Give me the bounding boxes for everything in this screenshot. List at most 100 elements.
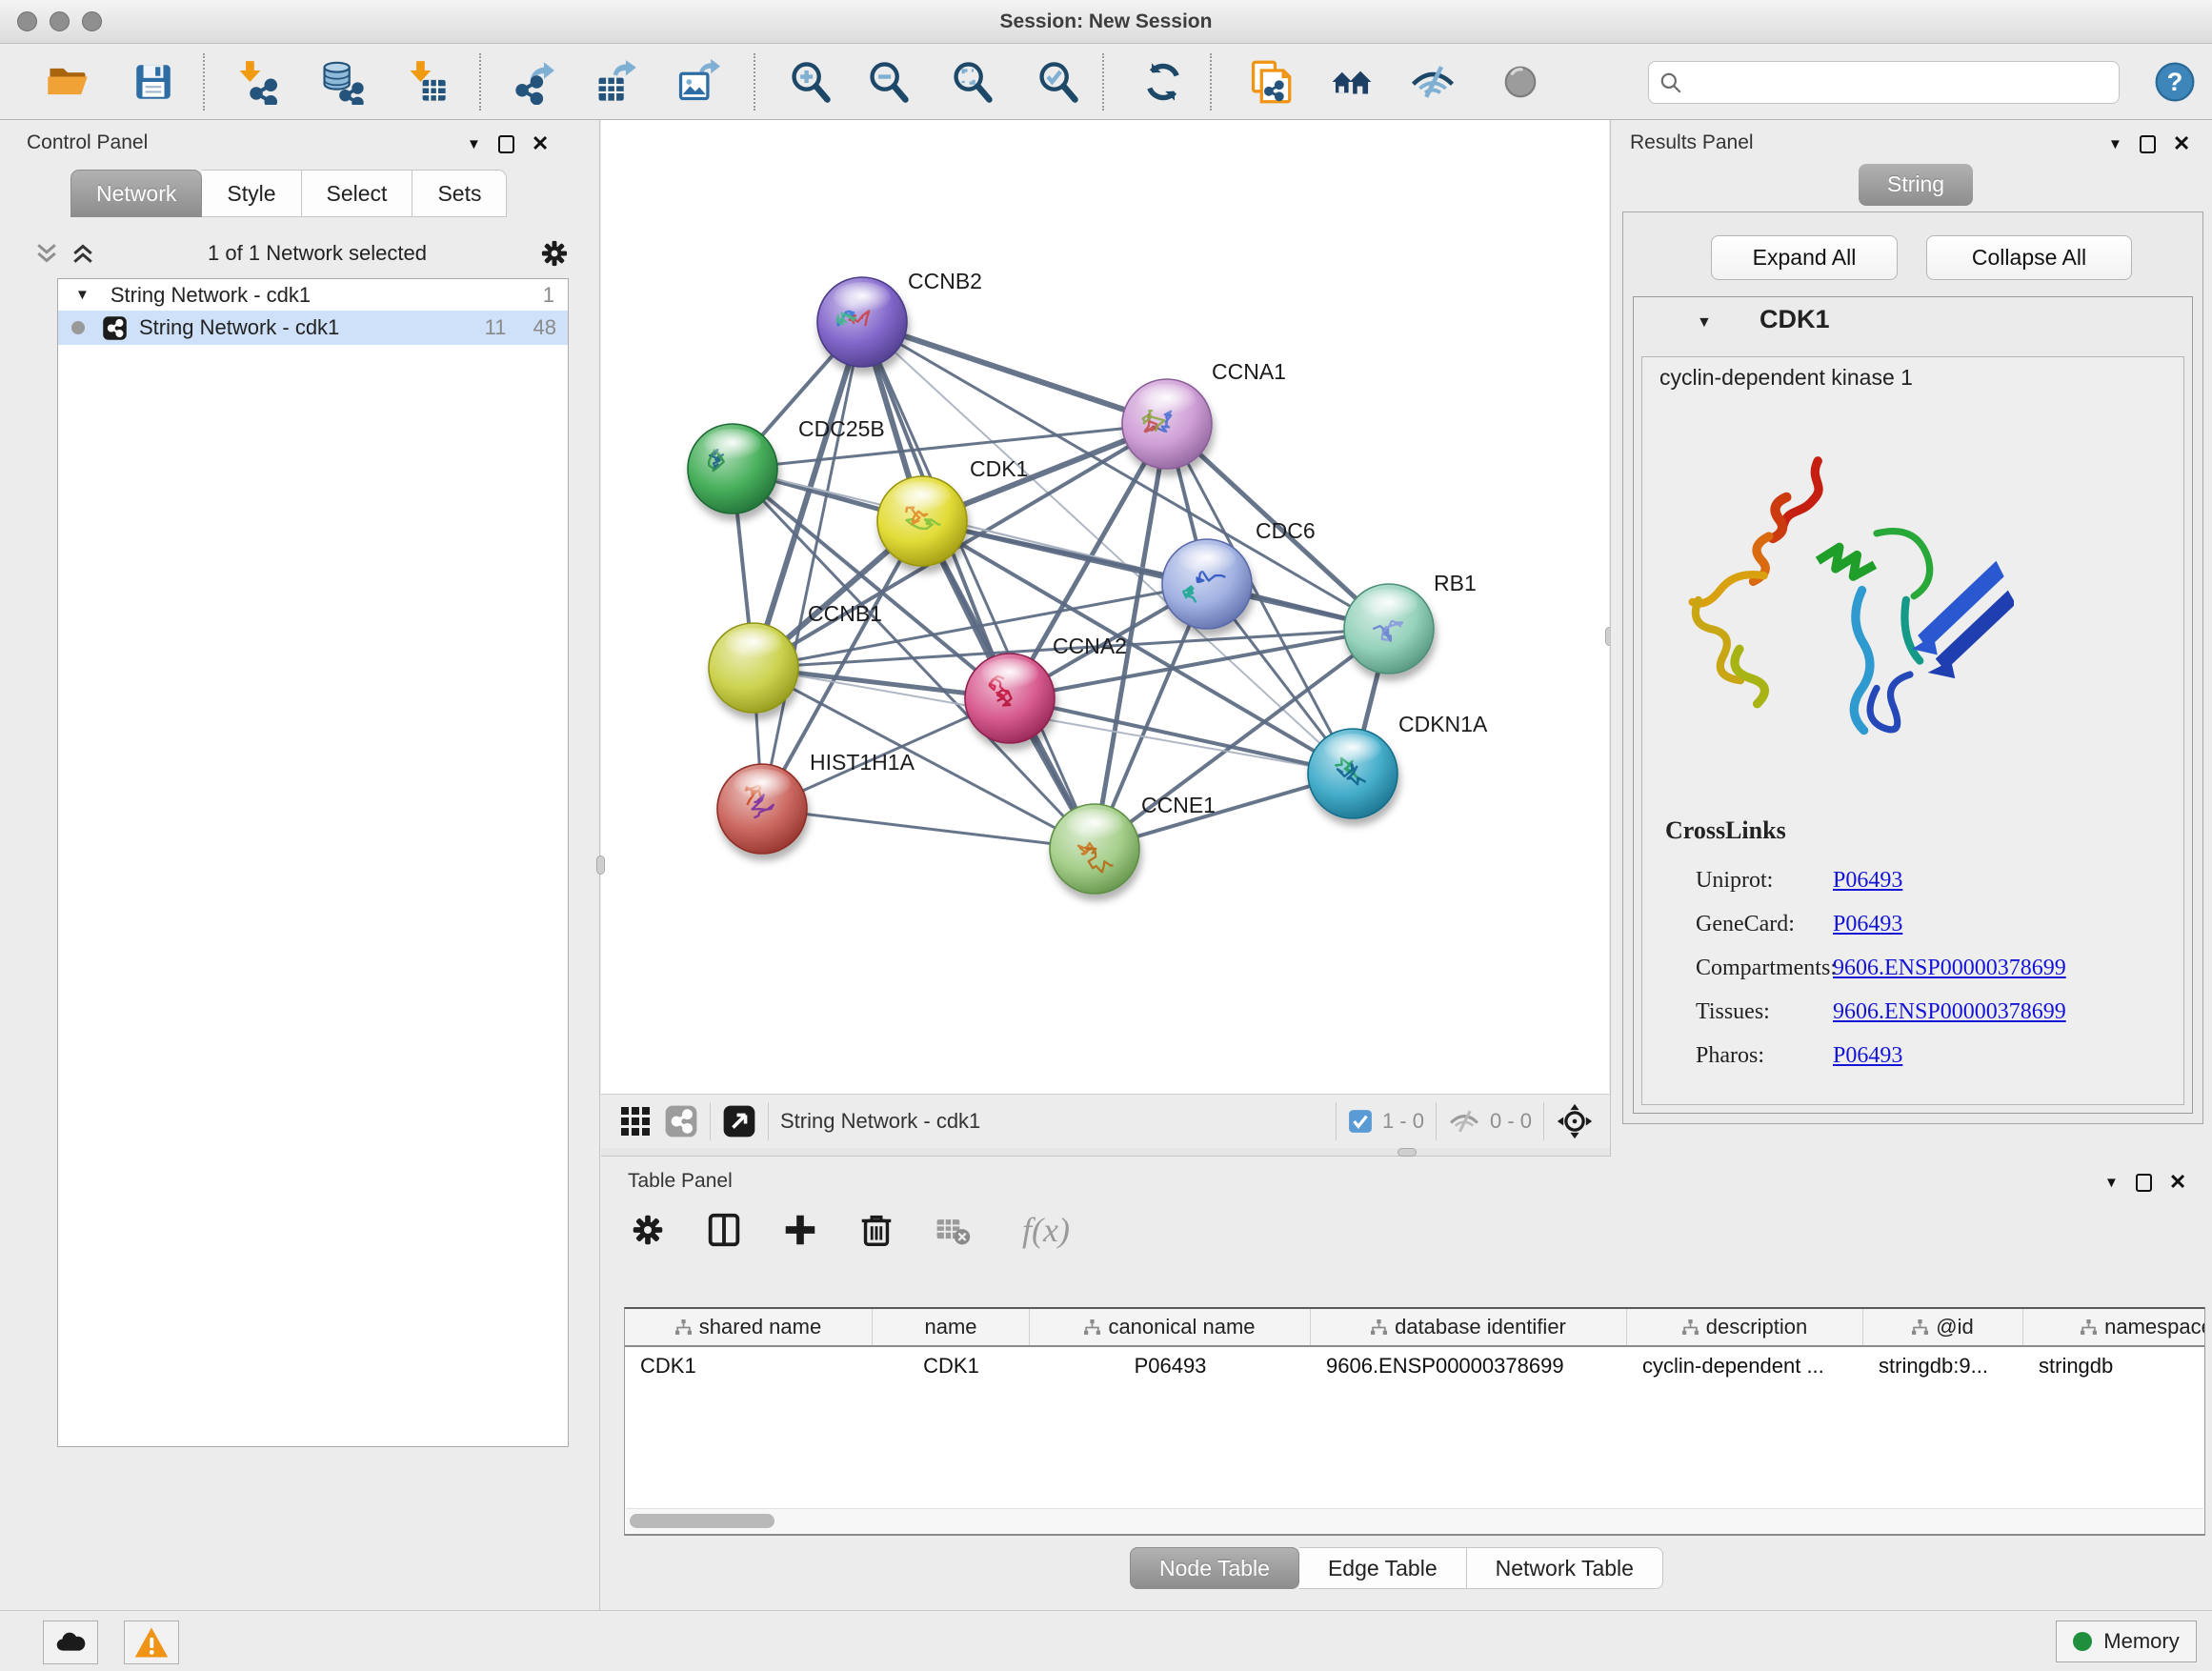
collapse-all-icon[interactable] [32,239,61,268]
crosslink-link[interactable]: 9606.ENSP00000378699 [1833,956,2066,981]
horizontal-splitter-handle[interactable] [1398,1148,1417,1157]
crosslink-link[interactable]: P06493 [1833,912,1902,937]
copy-documents-icon [1247,59,1293,105]
clone-network-button[interactable] [1246,57,1294,107]
expand-all-button[interactable]: Expand All [1711,235,1898,280]
table-row[interactable]: CDK1CDK1P064939606.ENSP00000378699cyclin… [625,1347,2204,1385]
panel-close-icon[interactable]: ✕ [2169,1172,2186,1193]
cloud-status-button[interactable] [43,1621,98,1664]
crosslink-link[interactable]: P06493 [1833,868,1902,894]
tab-network-table[interactable]: Network Table [1467,1547,1663,1589]
panel-close-icon[interactable]: ✕ [2173,133,2190,154]
column-header-description[interactable]: description [1627,1309,1863,1345]
tab-node-table[interactable]: Node Table [1130,1547,1299,1589]
network-node-HIST1H1A[interactable]: HIST1H1A [717,750,915,854]
column-header-shared-name[interactable]: shared name [625,1309,873,1345]
crosslink-link[interactable]: 9606.ENSP00000378699 [1833,999,2066,1025]
network-node-CDKN1A[interactable]: CDKN1A [1308,712,1488,818]
share-network-icon[interactable] [664,1104,698,1138]
panel-close-icon[interactable]: ✕ [532,133,549,154]
birds-eye-view-icon[interactable] [618,1104,653,1138]
column-header-@id[interactable]: @id [1863,1309,2023,1345]
table-cell[interactable]: cyclin-dependent ... [1627,1347,1863,1385]
table-cell[interactable]: CDK1 [873,1347,1030,1385]
network-graph[interactable]: CCNB2CCNA1CDC25BCDK1CDC6RB1CCNB1CCNA2CDK… [601,120,1609,1094]
table-cell[interactable]: P06493 [1030,1347,1311,1385]
crosslink-link[interactable]: P06493 [1833,1043,1902,1069]
tree-expander-icon[interactable]: ▼ [75,287,90,303]
node-highlight [1138,384,1196,414]
column-header-database-identifier[interactable]: database identifier [1311,1309,1627,1345]
refresh-view-button[interactable] [1139,57,1187,107]
selected-checkbox-icon[interactable] [1348,1109,1373,1134]
import-network-button[interactable] [232,57,280,107]
table-cell[interactable]: stringdb:9... [1863,1347,2023,1385]
tab-edge-table[interactable]: Edge Table [1299,1547,1467,1589]
network-node-CDK1[interactable]: CDK1 [877,456,1028,566]
export-image-button[interactable] [674,57,721,107]
network-canvas[interactable]: CCNB2CCNA1CDC25BCDK1CDC6RB1CCNB1CCNA2CDK… [601,120,1609,1094]
tab-network[interactable]: Network [70,170,202,217]
zoom-in-button[interactable] [787,57,835,107]
horizontal-scrollbar[interactable] [626,1508,2203,1533]
open-session-button[interactable] [44,57,91,107]
open-in-window-icon[interactable] [722,1104,756,1138]
hide-graphics-details-button[interactable] [1409,57,1457,107]
table-settings-button[interactable] [624,1206,672,1254]
table-cell[interactable]: CDK1 [625,1347,873,1385]
show-all-networks-button[interactable] [1328,57,1376,107]
scrollbar-thumb[interactable] [630,1514,774,1528]
panel-float-icon[interactable] [2140,135,2156,153]
function-builder-button[interactable]: f(x) [1005,1206,1087,1254]
panel-collapse-icon[interactable]: ▼ [2108,136,2122,152]
help-button[interactable]: ? [2151,57,2199,107]
warnings-button[interactable] [124,1621,179,1664]
fit-selected-crosshair-icon[interactable] [1556,1102,1594,1140]
section-expander-icon[interactable]: ▼ [1697,314,1712,332]
zoom-selected-button[interactable] [1035,57,1082,107]
vertical-splitter-handle[interactable] [596,856,605,875]
network-edge-CCNA2-CDKN1A[interactable] [1010,698,1353,774]
delete-column-button[interactable] [853,1206,900,1254]
search-field[interactable] [1648,61,2120,104]
column-header-name[interactable]: name [873,1309,1030,1345]
save-session-button[interactable] [130,57,177,107]
tab-style[interactable]: Style [202,170,301,217]
show-columns-button[interactable] [700,1206,748,1254]
network-node-RB1[interactable]: RB1 [1344,571,1477,674]
network-edge-CCNB2-RB1[interactable] [862,322,1389,629]
network-row-selected[interactable]: String Network - cdk1 11 48 [58,311,568,345]
search-input[interactable] [1683,70,2119,94]
show-graphics-details-button[interactable] [1497,57,1544,107]
network-node-CCNB1[interactable]: CCNB1 [709,601,882,713]
zoom-out-button[interactable] [865,57,913,107]
tab-string[interactable]: String [1859,164,1973,206]
panel-float-icon[interactable] [2136,1174,2152,1192]
export-network-button[interactable] [509,57,556,107]
tab-sets[interactable]: Sets [412,170,507,217]
zoom-fit-button[interactable] [949,57,996,107]
import-network-from-database-button[interactable] [317,57,365,107]
panel-float-icon[interactable] [498,135,514,153]
table-cell[interactable]: 9606.ENSP00000378699 [1311,1347,1627,1385]
column-header-namespace[interactable]: namespace [2023,1309,2205,1345]
collapse-all-button[interactable]: Collapse All [1926,235,2132,280]
panel-collapse-icon[interactable]: ▼ [467,136,481,152]
toolbar-separator [203,53,205,111]
network-node-CCNA1[interactable]: CCNA1 [1122,359,1286,469]
tab-select[interactable]: Select [302,170,413,217]
table-cell[interactable]: stringdb [2023,1347,2205,1385]
column-header-canonical-name[interactable]: canonical name [1030,1309,1311,1345]
network-edge-CCNB2-CCNA1[interactable] [862,322,1167,424]
network-collection-row[interactable]: ▼ String Network - cdk1 1 [58,279,568,311]
import-table-button[interactable] [403,57,451,107]
export-table-button[interactable] [592,57,639,107]
add-column-button[interactable] [776,1206,824,1254]
panel-collapse-icon[interactable]: ▼ [2104,1175,2119,1191]
application-window: Session: New Session [0,0,2212,1671]
delete-table-button[interactable] [929,1206,976,1254]
network-options-gear-icon[interactable] [537,236,572,271]
network-edge-HIST1H1A-CCNE1[interactable] [762,809,1095,849]
memory-button[interactable]: Memory [2056,1621,2197,1662]
expand-all-icon[interactable] [69,239,97,268]
